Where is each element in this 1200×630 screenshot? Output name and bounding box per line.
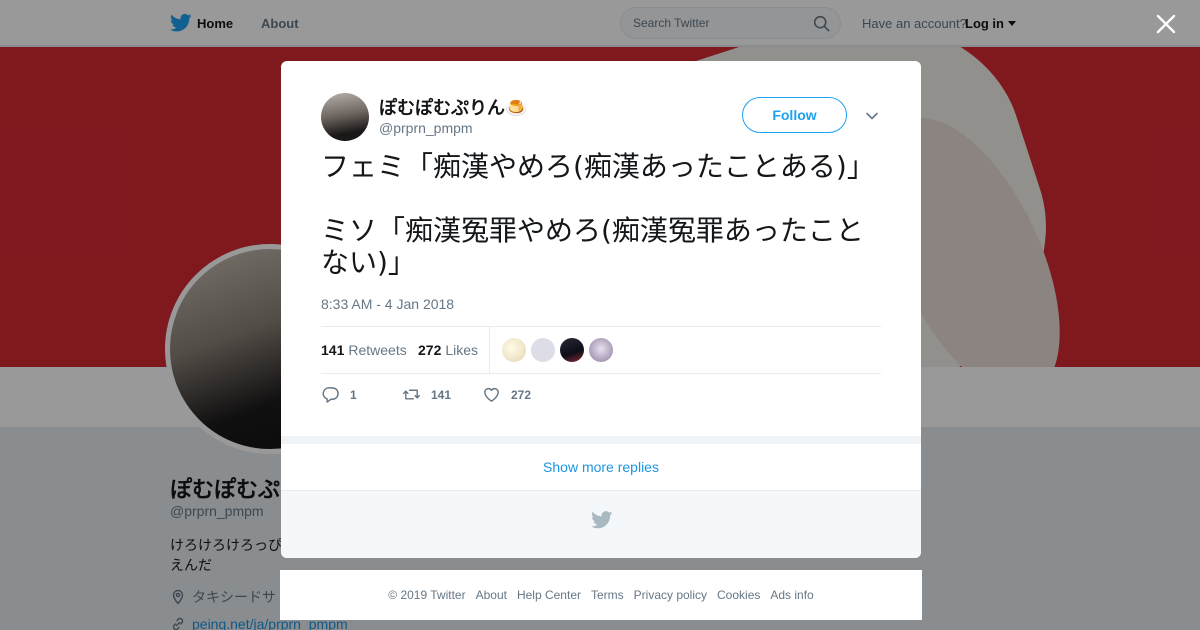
footer-link-help-center[interactable]: Help Center	[517, 588, 581, 602]
reply-icon	[322, 387, 339, 403]
retweets-label: Retweets	[348, 342, 407, 358]
liker-avatar[interactable]	[589, 338, 613, 362]
retweets-stat[interactable]: 141 Retweets	[321, 342, 407, 358]
retweets-count: 141	[321, 342, 345, 358]
likes-stat[interactable]: 272 Likes	[418, 342, 478, 358]
replies-divider	[281, 436, 921, 444]
liker-avatar[interactable]	[560, 338, 584, 362]
footer-link-privacy[interactable]: Privacy policy	[634, 588, 707, 602]
tweet-author-avatar[interactable]	[321, 93, 369, 141]
heart-icon	[484, 387, 499, 402]
likes-count: 272	[418, 342, 442, 358]
retweet-count: 141	[431, 387, 452, 402]
footer-link-ads-info[interactable]: Ads info	[770, 588, 813, 602]
modal-footer	[281, 491, 921, 558]
footer-link-terms[interactable]: Terms	[591, 588, 624, 602]
footer-link-about[interactable]: About	[476, 588, 507, 602]
show-more-replies-link[interactable]: Show more replies	[281, 444, 921, 491]
twitter-bird-icon	[591, 511, 613, 529]
close-icon[interactable]	[1155, 13, 1177, 35]
footer-link-cookies[interactable]: Cookies	[717, 588, 760, 602]
stats-divider	[489, 327, 490, 373]
retweet-icon	[402, 389, 421, 400]
tweet-author-handle[interactable]: @prprn_pmpm	[379, 120, 473, 136]
likes-label: Likes	[445, 342, 479, 358]
retweet-button[interactable]: 141	[402, 385, 451, 404]
page-footer: © 2019 Twitter About Help Center Terms P…	[280, 570, 922, 620]
chevron-down-icon[interactable]	[865, 109, 879, 123]
follow-button[interactable]: Follow	[742, 97, 847, 133]
tweet-timestamp[interactable]: 8:33 AM - 4 Jan 2018	[321, 296, 454, 312]
tweet-stats: 141 Retweets 272 Likes	[321, 326, 881, 374]
tweet-text: フェミ「痴漢やめろ(痴漢あったことある)」 ミソ「痴漢冤罪やめろ(痴漢冤罪あった…	[321, 150, 875, 279]
liker-avatar[interactable]	[502, 338, 526, 362]
footer-copyright: © 2019 Twitter	[388, 588, 466, 602]
reply-button[interactable]: 1	[321, 385, 357, 404]
reply-count: 1	[350, 387, 357, 402]
tweet-modal: ぽむぽむぷりん🍮 @prprn_pmpm Follow フェミ「痴漢やめろ(痴漢…	[281, 61, 921, 558]
like-count: 272	[511, 387, 532, 402]
liker-avatar[interactable]	[531, 338, 555, 362]
tweet-author-name[interactable]: ぽむぽむぷりん🍮	[379, 94, 527, 120]
like-button[interactable]: 272	[482, 385, 531, 404]
